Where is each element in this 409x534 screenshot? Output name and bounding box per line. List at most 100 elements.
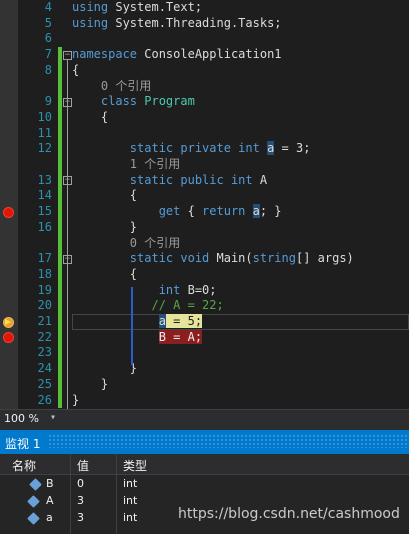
code-line: int B=0;	[72, 283, 217, 299]
line-number: 21	[37, 314, 52, 328]
line-number: 18	[37, 266, 52, 281]
code-token: B=0;	[187, 282, 217, 297]
line-number: 14	[37, 188, 52, 203]
zoom-dropdown-icon[interactable]: ▾	[50, 412, 56, 423]
reference-count-lens[interactable]: 1 个引用	[72, 157, 180, 173]
column-divider[interactable]	[116, 454, 117, 474]
code-line: // A = 22;	[72, 298, 224, 314]
code-token: a	[252, 204, 260, 219]
watch-type: int	[123, 511, 138, 524]
line-number: 10	[37, 109, 52, 124]
watch-name: B	[46, 477, 54, 490]
code-token: }	[72, 361, 138, 376]
editor-status-bar: 100 % ▾	[0, 409, 409, 430]
code-token: Main(	[216, 251, 253, 266]
column-name[interactable]: 名称	[12, 457, 36, 474]
zoom-level[interactable]: 100 %	[4, 412, 39, 425]
watermark: https://blog.csdn.net/cashmood	[178, 506, 400, 522]
column-divider	[70, 474, 71, 534]
code-line: B = A;	[72, 329, 203, 346]
line-number: 22	[37, 329, 52, 344]
code-line: {	[72, 188, 137, 204]
current-statement-highlight: a = 5;	[158, 314, 203, 328]
column-value[interactable]: 值	[77, 457, 89, 474]
line-number: 4	[44, 0, 52, 14]
code-line: a = 5;	[72, 314, 203, 330]
code-token: int	[72, 282, 188, 297]
code-token: A	[259, 172, 268, 187]
code-line: static private int a = 3;	[72, 141, 310, 157]
code-token: }	[72, 392, 80, 407]
watch-value[interactable]: 0	[77, 477, 84, 490]
code-editor[interactable]: 4 5 6 7 8 9 10 11 12 13 14 15 16 17 18 19 20 21 22 23 24 25 26…	[0, 0, 409, 409]
code-line: namespace ConsoleApplication1	[72, 47, 282, 63]
code-token: static public int	[72, 172, 260, 187]
code-token: string	[252, 251, 296, 266]
code-token: [] args)	[295, 251, 354, 266]
line-number: 13	[37, 172, 52, 187]
reference-count-lens[interactable]: 0 个引用	[72, 79, 151, 95]
line-number: 11	[37, 125, 52, 140]
code-token: 1 个引用	[72, 157, 181, 171]
watch-row[interactable]: B 0 int	[0, 476, 409, 493]
code-token: a = 5;	[72, 314, 203, 328]
line-number: 23	[37, 345, 52, 360]
code-token: Program	[144, 94, 195, 109]
code-line: get { return a; }	[72, 204, 282, 220]
code-token: B = A;	[72, 329, 203, 344]
code-area[interactable]: using System.Text; using System.Threading…	[58, 0, 409, 409]
code-token: using	[72, 0, 116, 14]
code-line: }	[72, 393, 79, 409]
code-token: a	[158, 314, 166, 328]
watch-type: int	[123, 494, 138, 507]
watch-type: int	[123, 477, 138, 490]
watch-value[interactable]: 3	[77, 511, 84, 524]
column-divider[interactable]	[70, 454, 71, 474]
property-icon	[27, 495, 40, 508]
code-token: System.Text;	[115, 0, 203, 14]
code-token: 0 个引用	[72, 78, 152, 93]
column-type[interactable]: 类型	[123, 457, 147, 474]
code-token: {	[72, 266, 138, 281]
code-token: 0 个引用	[72, 235, 181, 250]
code-line: using System.Text;	[72, 0, 202, 16]
code-line: }	[72, 377, 108, 393]
code-token: static void	[72, 251, 217, 266]
line-number: 7	[44, 47, 52, 62]
line-number: 24	[37, 361, 52, 376]
line-number: 17	[37, 251, 52, 266]
line-number: 20	[37, 298, 52, 313]
code-token: = 5;	[165, 314, 203, 328]
watch-titlebar: 监视 1	[0, 430, 409, 454]
code-token: // A = 22;	[72, 298, 224, 313]
code-token: }	[72, 376, 109, 391]
watch-name: A	[46, 494, 54, 507]
code-line: using System.Threading.Tasks;	[72, 16, 282, 32]
line-number: 19	[37, 282, 52, 297]
local-variable-icon	[29, 478, 42, 491]
code-line: {	[72, 267, 137, 283]
column-divider	[116, 474, 117, 534]
watch-value[interactable]: 3	[77, 494, 84, 507]
indent-guide	[131, 286, 133, 366]
line-number-gutter: 4 5 6 7 8 9 10 11 12 13 14 15 16 17 18 19 20 21 22 23 24 25 26	[18, 0, 58, 409]
code-token: {	[72, 62, 80, 77]
code-token: namespace	[72, 47, 145, 62]
line-number: 15	[37, 204, 52, 219]
change-indicator-bar	[58, 47, 62, 409]
breakpoint-highlight: B = A;	[158, 329, 203, 344]
reference-count-lens[interactable]: 0 个引用	[72, 236, 180, 252]
code-line: }	[72, 361, 137, 377]
code-line: {	[72, 63, 79, 79]
execution-arrow-icon	[5, 318, 11, 325]
line-number: 5	[44, 15, 52, 30]
code-token: ; }	[259, 204, 282, 219]
field-icon	[27, 512, 40, 525]
line-number: 26	[37, 392, 52, 407]
code-token: {	[187, 204, 203, 219]
drag-grip[interactable]	[48, 434, 409, 448]
code-token: class	[72, 94, 145, 109]
watch-header: 名称 值 类型	[0, 454, 409, 475]
line-number: 16	[37, 219, 52, 234]
